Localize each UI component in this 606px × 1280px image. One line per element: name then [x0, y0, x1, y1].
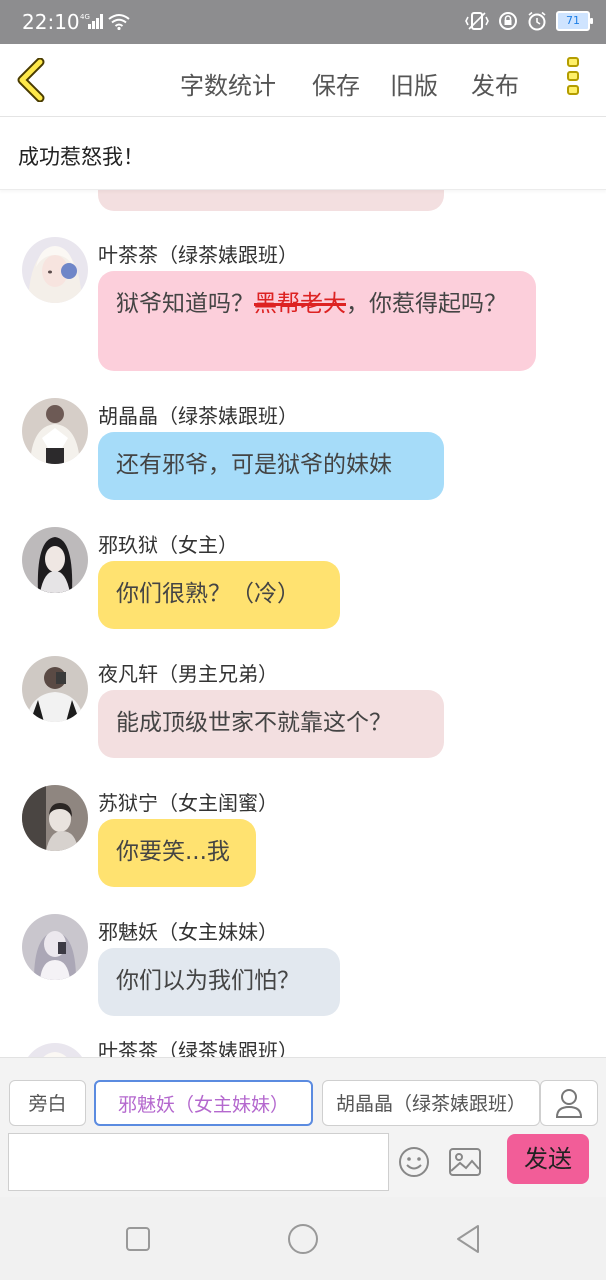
avatar[interactable]	[22, 398, 88, 464]
lock-rotation-icon	[499, 12, 517, 30]
message-text: 你们以为我们怕？	[116, 968, 300, 994]
word-count-button[interactable]: 字数统计	[180, 66, 276, 101]
status-bar: 22:10 4G 71	[0, 0, 606, 44]
message-bubble[interactable]: 你要笑...我	[98, 819, 256, 887]
avatar[interactable]	[22, 785, 88, 851]
message-bubble[interactable]: 你们以为我们怕？	[98, 948, 340, 1016]
message-sender: 胡晶晶（绿茶婊跟班）	[98, 404, 298, 428]
avatar[interactable]	[22, 237, 88, 303]
status-icons: 71	[465, 11, 593, 31]
recent-apps-button[interactable]	[120, 1221, 156, 1257]
message-bubble-partial[interactable]	[98, 189, 444, 211]
message-bubble[interactable]: 还有邪爷，可是狱爷的妹妹	[98, 432, 444, 500]
avatar[interactable]	[22, 656, 88, 722]
network-type: 4G	[80, 13, 90, 21]
message-bubble[interactable]: 狱爷知道吗？黑帮老大，你惹得起吗？	[98, 271, 536, 371]
input-panel: 旁白 邪魅妖（女主妹妹） 胡晶晶（绿茶婊跟班） 发送	[0, 1057, 606, 1198]
avatar[interactable]	[22, 914, 88, 980]
avatar[interactable]	[22, 1043, 88, 1057]
chevron-left-icon	[17, 57, 45, 103]
message-text: 狱爷知道吗？	[116, 291, 254, 317]
old-version-button[interactable]: 旧版	[390, 66, 438, 101]
menu-dot-icon	[567, 71, 579, 81]
role-chip-selected[interactable]: 邪魅妖（女主妹妹）	[94, 1080, 313, 1126]
message-text: 能成顶级世家不就靠这个？	[116, 710, 392, 736]
send-button[interactable]: 发送	[507, 1134, 589, 1184]
editor-toolbar: 字数统计 保存 旧版 发布	[0, 44, 606, 117]
message-sender: 叶茶茶（绿茶婊跟班）	[98, 1039, 298, 1057]
message-sender: 夜凡轩（男主兄弟）	[98, 662, 278, 686]
square-icon	[126, 1227, 150, 1251]
system-nav-bar	[0, 1197, 606, 1280]
triangle-back-icon	[457, 1225, 479, 1253]
emoji-button[interactable]	[398, 1146, 430, 1178]
more-menu-button[interactable]	[560, 54, 586, 106]
struck-text: 黑帮老大	[254, 291, 346, 317]
message-sender: 邪魅妖（女主妹妹）	[98, 920, 278, 944]
circle-icon	[288, 1224, 318, 1254]
menu-dot-icon	[567, 85, 579, 95]
image-button[interactable]	[448, 1146, 482, 1178]
message-text: ，你惹得起吗？	[346, 291, 507, 317]
message-sender: 苏狱宁（女主闺蜜）	[98, 791, 278, 815]
home-button[interactable]	[285, 1221, 321, 1257]
image-icon	[449, 1148, 481, 1176]
message-input[interactable]	[8, 1133, 389, 1191]
battery-icon: 71	[556, 11, 593, 31]
person-icon	[555, 1089, 583, 1118]
message-text: 你们很熟？（冷）	[116, 581, 300, 607]
role-chip[interactable]: 胡晶晶（绿茶婊跟班）	[322, 1080, 540, 1126]
smiley-icon	[399, 1147, 429, 1177]
message-sender: 叶茶茶（绿茶婊跟班）	[98, 243, 298, 267]
message-text: 你要笑...我	[116, 839, 230, 865]
chat-area[interactable]: 叶茶茶（绿茶婊跟班） 狱爷知道吗？黑帮老大，你惹得起吗？ 胡晶晶（绿茶婊跟班） …	[0, 189, 606, 1057]
back-nav-button[interactable]	[450, 1221, 486, 1257]
message-bubble[interactable]: 能成顶级世家不就靠这个？	[98, 690, 444, 758]
alarm-icon	[528, 11, 546, 31]
add-role-button[interactable]	[540, 1080, 598, 1126]
back-button[interactable]	[14, 57, 50, 103]
chat-title-bar: 成功惹怒我！	[0, 117, 606, 190]
status-time: 22:10	[22, 10, 80, 34]
vibrate-icon	[465, 12, 489, 30]
wifi-icon	[108, 14, 130, 30]
menu-dot-icon	[567, 57, 579, 67]
message-bubble[interactable]: 你们很熟？（冷）	[98, 561, 340, 629]
signal-icon: 4G	[80, 13, 103, 29]
publish-button[interactable]: 发布	[471, 66, 519, 101]
avatar[interactable]	[22, 527, 88, 593]
save-button[interactable]: 保存	[312, 66, 360, 101]
message-text: 还有邪爷，可是狱爷的妹妹	[116, 452, 392, 478]
chat-title: 成功惹怒我！	[18, 145, 144, 169]
message-sender: 邪玖狱（女主）	[98, 533, 238, 557]
role-chip-narrator[interactable]: 旁白	[9, 1080, 86, 1126]
